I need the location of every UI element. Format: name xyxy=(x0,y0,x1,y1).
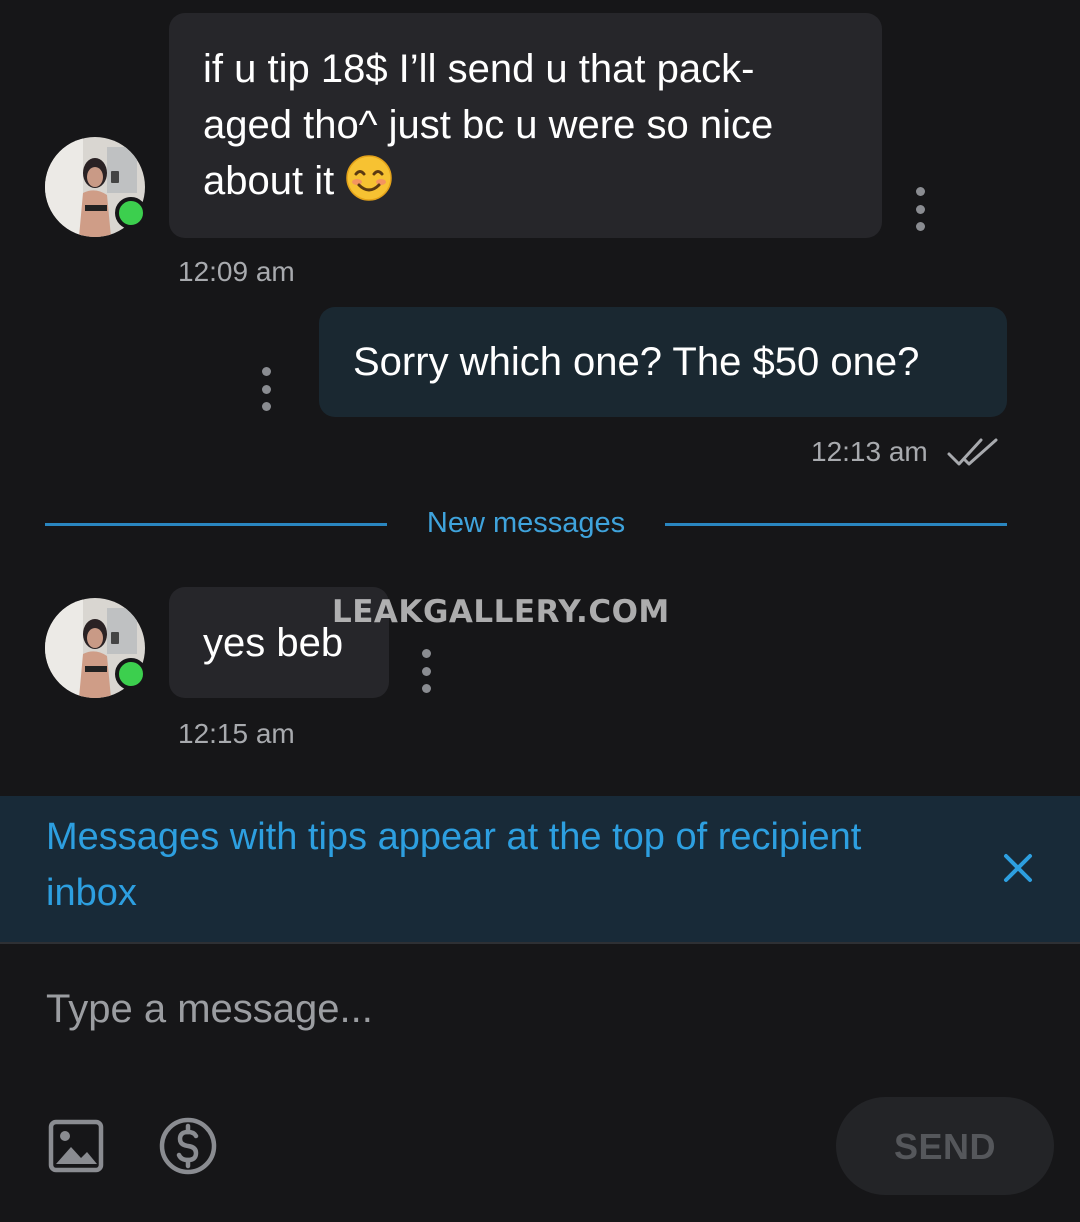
message-options-icon[interactable] xyxy=(416,649,436,693)
close-icon[interactable] xyxy=(998,848,1038,888)
tip-info-banner: Messages with tips appear at the top of … xyxy=(0,796,1080,942)
message-line: about it xyxy=(203,159,335,203)
sender-avatar[interactable] xyxy=(45,137,147,237)
message-options-icon[interactable] xyxy=(910,187,930,231)
send-button[interactable]: SEND xyxy=(836,1097,1054,1195)
watermark-text: LEAKGALLERY.COM xyxy=(332,594,670,630)
message-line: if u tip 18$ I’ll send u that pack- xyxy=(203,47,755,91)
sender-avatar[interactable] xyxy=(45,598,147,698)
new-messages-divider-right xyxy=(665,523,1007,526)
tip-banner-text: Messages with tips appear at the top of … xyxy=(46,816,862,914)
online-status-indicator xyxy=(115,658,147,690)
message-input[interactable] xyxy=(0,944,1080,1074)
dollar-icon[interactable] xyxy=(156,1114,220,1178)
message-line: aged tho^ just bc u were so nice xyxy=(203,103,774,147)
message-text: Sorry which one? The $50 one? xyxy=(353,340,920,384)
message-bubble-outgoing[interactable]: Sorry which one? The $50 one? xyxy=(319,307,1007,417)
message-options-icon[interactable] xyxy=(256,367,276,411)
message-thread: if u tip 18$ I’ll send u that pack- aged… xyxy=(0,0,1080,796)
message-bubble-incoming[interactable]: if u tip 18$ I’ll send u that pack- aged… xyxy=(169,13,882,238)
double-check-icon xyxy=(947,438,998,466)
smiling-face-emoji xyxy=(346,155,393,201)
message-timestamp: 12:15 am xyxy=(178,718,295,749)
message-timestamp: 12:09 am xyxy=(178,256,295,287)
message-timestamp: 12:13 am xyxy=(811,436,928,467)
online-status-indicator xyxy=(115,197,147,229)
image-icon[interactable] xyxy=(44,1114,108,1178)
